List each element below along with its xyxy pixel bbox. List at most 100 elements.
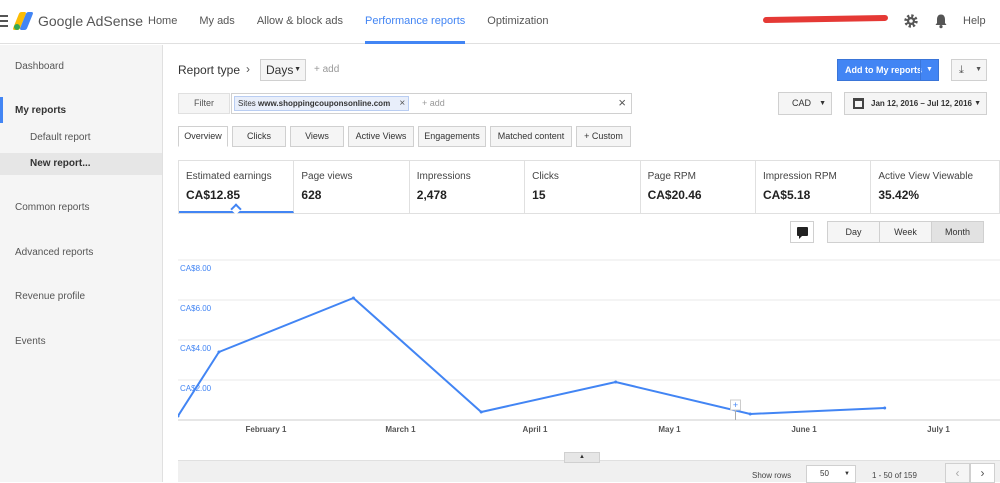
sidebar-item-my-reports[interactable]: My reports xyxy=(15,105,66,116)
currency-value: CAD xyxy=(792,98,812,108)
date-range-value: Jan 12, 2016 – Jul 12, 2016 xyxy=(871,99,972,108)
metric-label: Clicks xyxy=(532,171,559,182)
metric-label: Active View Viewable xyxy=(878,171,974,182)
y-tick-label: CA$4.00 xyxy=(180,344,212,353)
granularity-month[interactable]: Month xyxy=(931,221,984,243)
sidebar-item-events[interactable]: Events xyxy=(15,336,46,347)
page-range: 1 - 50 of 159 xyxy=(872,471,917,480)
menu-icon[interactable] xyxy=(0,15,8,27)
tab-overview[interactable]: Overview xyxy=(178,126,228,147)
caret-down-icon: ▼ xyxy=(975,66,982,73)
x-tick-label: June 1 xyxy=(791,425,817,434)
adsense-logo-icon xyxy=(12,12,34,30)
next-page-button[interactable]: › xyxy=(970,463,995,483)
download-button[interactable]: ⤓ ▼ xyxy=(951,59,987,81)
caret-down-icon: ▼ xyxy=(974,100,981,107)
filter-chip[interactable]: Sites www.shoppingcouponsonline.com × xyxy=(234,96,410,111)
logo[interactable]: Google AdSense xyxy=(0,10,143,32)
chevron-right-icon: › xyxy=(246,62,250,76)
caret-down-icon: ▼ xyxy=(294,66,301,73)
granularity-week[interactable]: Week xyxy=(879,221,932,243)
show-rows-label: Show rows xyxy=(752,471,792,480)
granularity-day[interactable]: Day xyxy=(827,221,880,243)
sidebar-item-revenue-profile[interactable]: Revenue profile xyxy=(15,291,85,302)
sidebar-selected-indicator xyxy=(0,97,3,123)
date-range-picker[interactable]: Jan 12, 2016 – Jul 12, 2016 ▼ xyxy=(844,92,987,115)
tab-clicks[interactable]: Clicks xyxy=(232,126,286,147)
rows-per-page-value: 50 xyxy=(820,469,829,478)
currency-dropdown[interactable]: CAD ▼ xyxy=(778,92,832,115)
report-type-dropdown[interactable]: Days ▼ xyxy=(260,59,306,81)
sidebar-item-new-report[interactable]: New report... xyxy=(30,158,91,169)
help-link[interactable]: Help xyxy=(963,15,986,27)
x-tick-label: March 1 xyxy=(385,425,416,434)
metric-value: 2,478 xyxy=(416,188,447,202)
x-tick-label: February 1 xyxy=(246,425,287,434)
rows-per-page-select[interactable]: 50 ▼ xyxy=(806,465,856,483)
sidebar-item-default-report[interactable]: Default report xyxy=(30,132,91,143)
caret-down-icon: ▼ xyxy=(819,100,826,107)
metric-estimated-earnings[interactable]: Estimated earnings CA$12.85 xyxy=(179,161,295,215)
earnings-line-chart: CA$2.00CA$4.00CA$6.00CA$8.00February 1 Ma… xyxy=(178,259,1000,434)
sidebar-item-advanced-reports[interactable]: Advanced reports xyxy=(15,247,93,258)
x-tick-label: May 1 xyxy=(658,425,681,434)
metric-active-view-viewable[interactable]: Active View Viewable 35.42% xyxy=(871,161,986,213)
report-type-label: Report type xyxy=(178,63,241,77)
data-point xyxy=(351,296,355,300)
metric-label: Impression RPM xyxy=(762,171,837,182)
metric-label: Estimated earnings xyxy=(186,171,272,182)
x-tick-label: April 1 xyxy=(523,425,548,434)
tab-views[interactable]: Views xyxy=(290,126,344,147)
data-point xyxy=(479,410,483,414)
metric-label: Page RPM xyxy=(647,171,696,182)
data-point xyxy=(748,412,752,416)
add-filter-link[interactable]: + add xyxy=(422,98,445,108)
top-bar: Google AdSense Home My ads Allow & block… xyxy=(0,0,1000,44)
gear-icon[interactable] xyxy=(903,13,919,29)
nav-my-ads[interactable]: My ads xyxy=(199,0,234,44)
data-point xyxy=(614,380,618,384)
add-to-my-reports-button[interactable]: Add to My reports ▼ xyxy=(837,59,939,81)
add-to-my-reports-label: Add to My reports xyxy=(845,65,923,75)
y-tick-label: CA$8.00 xyxy=(180,264,212,273)
redacted-account xyxy=(762,14,889,24)
nav-home[interactable]: Home xyxy=(148,0,177,44)
filter-chip-prefix: Sites xyxy=(238,99,256,108)
sidebar-item-common-reports[interactable]: Common reports xyxy=(15,202,89,213)
nav-performance-reports[interactable]: Performance reports xyxy=(365,0,466,44)
filter-input[interactable]: Sites www.shoppingcouponsonline.com × + … xyxy=(231,93,632,114)
bell-icon[interactable] xyxy=(933,13,949,29)
filter-button[interactable]: Filter xyxy=(178,93,230,114)
earnings-series-line xyxy=(178,296,885,417)
metric-impressions[interactable]: Impressions 2,478 xyxy=(410,161,526,213)
sidebar-item-dashboard[interactable]: Dashboard xyxy=(15,61,64,72)
metric-value: CA$5.18 xyxy=(762,188,811,202)
metric-impression-rpm[interactable]: Impression RPM CA$5.18 xyxy=(756,161,872,213)
caret-down-icon[interactable]: ▼ xyxy=(920,60,938,80)
metric-value: 15 xyxy=(532,188,546,202)
metric-page-rpm[interactable]: Page RPM CA$20.46 xyxy=(641,161,756,213)
selected-notch xyxy=(230,203,242,215)
tab-engagements[interactable]: Engagements xyxy=(418,126,486,147)
tab-matched-content[interactable]: Matched content xyxy=(490,126,572,147)
annotation-button[interactable] xyxy=(790,221,814,243)
report-type-value: Days xyxy=(266,63,294,77)
nav-allow-block-ads[interactable]: Allow & block ads xyxy=(257,0,343,44)
tab-active-views[interactable]: Active Views xyxy=(348,126,414,147)
add-dimension-link[interactable]: + add xyxy=(314,64,339,75)
metric-page-views[interactable]: Page views 628 xyxy=(294,161,410,213)
clear-filter-icon[interactable]: × xyxy=(618,95,626,110)
expand-chart-toggle[interactable]: ▲ xyxy=(564,452,600,463)
comment-icon xyxy=(797,227,808,239)
nav-optimization[interactable]: Optimization xyxy=(487,0,548,44)
report-tabs: Overview Clicks Views Active Views Engag… xyxy=(178,126,635,147)
filter-chip-value: www.shoppingcouponsonline.com xyxy=(258,99,391,108)
close-icon[interactable]: × xyxy=(399,97,405,110)
previous-page-button[interactable]: ‹ xyxy=(945,463,970,483)
metric-clicks[interactable]: Clicks 15 xyxy=(525,161,641,213)
tab-custom[interactable]: + Custom xyxy=(576,126,631,147)
granularity-toggle: Day Week Month xyxy=(827,221,984,243)
metric-value: CA$20.46 xyxy=(647,188,702,202)
calendar-icon xyxy=(853,98,864,109)
table-pager: ▲ Show rows 50 ▼ 1 - 50 of 159 ‹ › xyxy=(178,452,1000,483)
